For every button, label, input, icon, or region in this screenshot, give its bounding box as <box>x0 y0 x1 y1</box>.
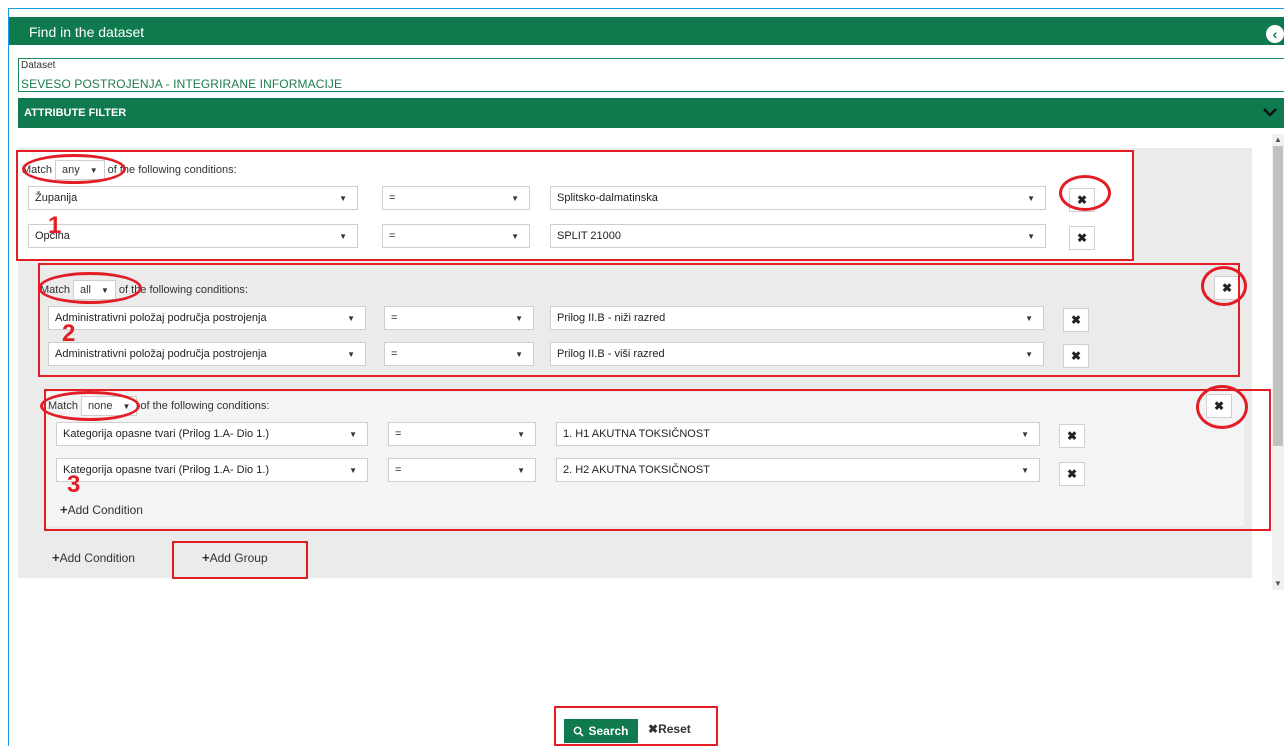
annotation-number-2: 2 <box>62 320 76 347</box>
dataset-label: Dataset <box>21 60 56 71</box>
dataset-value: SEVESO POSTROJENJA - INTEGRIRANE INFORMA… <box>21 77 343 91</box>
annotation-number-1: 1 <box>48 212 62 239</box>
panel-header: Find in the dataset ‹ <box>9 17 1284 45</box>
attribute-filter-title: ATTRIBUTE FILTER <box>24 107 127 119</box>
annotation-oval-remove-group-2 <box>1201 266 1247 306</box>
scroll-down-icon[interactable]: ▼ <box>1272 578 1284 590</box>
annotation-box-group-2 <box>38 263 1240 377</box>
annotation-box-group-3 <box>44 389 1271 531</box>
filter-scrollbar[interactable]: ▲ ▼ <box>1272 134 1284 590</box>
attribute-filter-header[interactable]: ATTRIBUTE FILTER <box>18 98 1284 128</box>
annotation-box-group-1 <box>16 150 1134 261</box>
chevron-down-icon[interactable] <box>1262 104 1278 120</box>
collapse-panel-icon[interactable]: ‹ <box>1266 25 1284 43</box>
annotation-box-search-reset <box>554 706 718 746</box>
plus-icon: + <box>52 550 60 565</box>
annotation-box-add-group <box>172 541 308 579</box>
scroll-up-icon[interactable]: ▲ <box>1272 134 1284 146</box>
dataset-field: Dataset SEVESO POSTROJENJA - INTEGRIRANE… <box>18 58 1284 92</box>
annotation-number-3: 3 <box>67 471 81 498</box>
annotation-oval-remove-condition <box>1059 175 1111 211</box>
annotation-oval-match-none <box>40 391 140 421</box>
add-condition-link[interactable]: +Add Condition <box>52 550 135 565</box>
annotation-oval-remove-group-3 <box>1196 385 1248 429</box>
annotation-oval-match-any <box>22 154 126 184</box>
annotation-oval-match-all <box>38 272 142 304</box>
panel-title: Find in the dataset <box>29 24 145 40</box>
add-condition-label: Add Condition <box>59 551 135 565</box>
scroll-thumb[interactable] <box>1273 146 1283 446</box>
